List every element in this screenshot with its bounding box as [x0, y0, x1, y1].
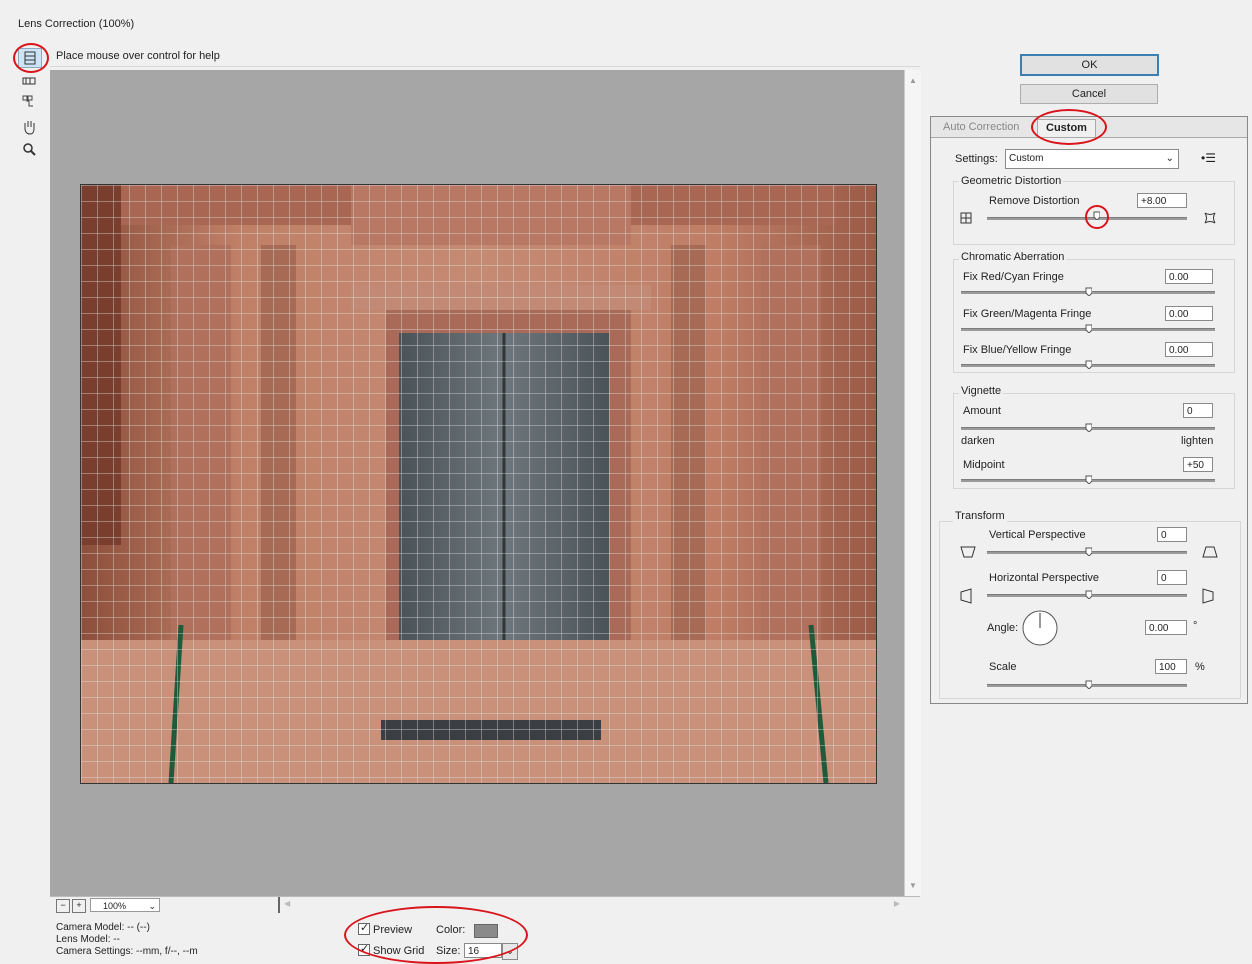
chevron-down-icon: ⌄: [148, 901, 156, 911]
angle-unit: °: [1193, 620, 1198, 632]
blue-yellow-thumb[interactable]: [1085, 360, 1092, 369]
straighten-tool[interactable]: [18, 72, 40, 90]
darken-label: darken: [961, 435, 995, 447]
red-cyan-input[interactable]: 0.00: [1165, 269, 1213, 284]
horizontal-scrollbar[interactable]: ◀ ▶: [282, 899, 902, 911]
window-title: Lens Correction (100%): [18, 18, 135, 30]
tab-bar: Auto Correction Custom: [931, 117, 1247, 138]
lens-model: Lens Model: --: [56, 934, 120, 945]
green-magenta-thumb[interactable]: [1085, 324, 1092, 333]
zoom-value: 100%: [103, 901, 127, 911]
move-grid-tool[interactable]: [18, 92, 40, 110]
tab-custom[interactable]: Custom: [1037, 119, 1096, 137]
grid-size-input[interactable]: 16: [464, 943, 502, 958]
scale-thumb[interactable]: [1085, 680, 1092, 689]
ok-button[interactable]: OK: [1020, 54, 1159, 76]
hand-icon: [24, 121, 35, 135]
barrel-icon: [1204, 212, 1216, 224]
grid-color-swatch[interactable]: [474, 924, 498, 938]
help-bar: Place mouse over control for help: [50, 46, 920, 67]
scroll-up-icon[interactable]: ▲: [909, 76, 917, 85]
angle-label: Angle:: [987, 622, 1019, 634]
settings-menu-icon[interactable]: •☰: [1201, 151, 1216, 165]
move-grid-icon: [22, 95, 33, 107]
cancel-button[interactable]: Cancel: [1020, 84, 1158, 104]
zoom-in-button[interactable]: +: [72, 899, 86, 913]
camera-info: Camera Model: -- (--) Lens Model: -- Cam…: [56, 922, 198, 958]
camera-settings: Camera Settings: --mm, f/--, --m: [56, 946, 198, 957]
straighten-icon: [22, 77, 36, 85]
scroll-down-icon[interactable]: ▼: [909, 881, 917, 890]
horizontal-perspective-left-icon: [960, 588, 972, 604]
horizontal-perspective-input[interactable]: 0: [1157, 570, 1187, 585]
chromatic-title: Chromatic Aberration: [959, 251, 1067, 263]
vignette-midpoint-label: Midpoint: [963, 459, 1005, 471]
horizontal-perspective-right-icon: [1202, 588, 1214, 604]
remove-distortion-icon: [24, 51, 36, 65]
vignette-amount-label: Amount: [963, 405, 1001, 417]
zoom-out-button[interactable]: −: [56, 899, 70, 913]
green-magenta-label: Fix Green/Magenta Fringe: [963, 308, 1092, 320]
vertical-perspective-right-icon: [1202, 546, 1218, 558]
camera-model: Camera Model: -- (--): [56, 922, 150, 933]
transform-title: Transform: [953, 510, 1007, 522]
blue-yellow-label: Fix Blue/Yellow Fringe: [963, 344, 1072, 356]
vignette-title: Vignette: [959, 385, 1004, 397]
remove-distortion-label: Remove Distortion: [989, 195, 1080, 207]
settings-label: Settings:: [955, 153, 998, 165]
zoom-select[interactable]: 100% ⌄: [90, 898, 160, 912]
vertical-perspective-label: Vertical Perspective: [989, 529, 1086, 541]
geometric-title: Geometric Distortion: [959, 175, 1064, 187]
angle-input[interactable]: 0.00: [1145, 620, 1187, 635]
settings-panel: Auto Correction Custom Settings: Custom …: [930, 109, 1248, 704]
settings-select[interactable]: Custom ⌄: [1005, 149, 1179, 169]
vignette-amount-input[interactable]: 0: [1183, 403, 1213, 418]
lighten-label: lighten: [1181, 435, 1214, 447]
grid-size-dropdown[interactable]: ⌄: [502, 943, 518, 960]
vignette-midpoint-input[interactable]: +50: [1183, 457, 1213, 472]
scale-input[interactable]: 100: [1155, 659, 1187, 674]
scroll-right-icon[interactable]: ▶: [894, 899, 900, 908]
zoom-bar: − + 100% ⌄ ◀ ▶: [50, 896, 920, 915]
horizontal-perspective-thumb[interactable]: [1085, 590, 1092, 599]
vertical-perspective-thumb[interactable]: [1085, 547, 1092, 556]
angle-dial[interactable]: [1021, 609, 1059, 647]
vignette-midpoint-thumb[interactable]: [1085, 475, 1092, 484]
scale-unit: %: [1195, 661, 1205, 673]
scroll-left-icon[interactable]: ◀: [284, 899, 290, 908]
zoom-icon: [23, 143, 36, 156]
settings-value: Custom: [1009, 153, 1044, 164]
show-grid-label: Show Grid: [373, 945, 425, 957]
checkmark-icon: ✓: [360, 922, 370, 934]
show-grid-checkbox[interactable]: ✓: [358, 943, 370, 956]
preview-image: [80, 184, 877, 784]
remove-distortion-thumb[interactable]: [1093, 211, 1100, 220]
green-magenta-input[interactable]: 0.00: [1165, 306, 1213, 321]
vertical-perspective-input[interactable]: 0: [1157, 527, 1187, 542]
pincushion-icon: [960, 212, 972, 224]
tab-auto-correction[interactable]: Auto Correction: [935, 119, 1027, 136]
red-cyan-label: Fix Red/Cyan Fringe: [963, 271, 1064, 283]
remove-distortion-slider[interactable]: [987, 217, 1187, 220]
preview-checkbox[interactable]: ✓: [358, 922, 370, 935]
help-text: Place mouse over control for help: [56, 50, 220, 62]
red-cyan-thumb[interactable]: [1085, 287, 1092, 296]
building-photo: [81, 185, 876, 783]
vertical-perspective-left-icon: [960, 546, 976, 558]
remove-distortion-tool[interactable]: [18, 48, 42, 68]
preview-label: Preview: [373, 924, 413, 936]
hand-tool[interactable]: [18, 118, 40, 136]
grid-color-label: Color:: [436, 924, 466, 936]
scale-label: Scale: [989, 661, 1017, 673]
horizontal-scrollbar-divider: [278, 897, 280, 913]
vertical-scrollbar[interactable]: ▲ ▼: [904, 70, 921, 896]
remove-distortion-input[interactable]: +8.00: [1137, 193, 1187, 208]
vignette-amount-thumb[interactable]: [1085, 423, 1092, 432]
zoom-tool[interactable]: [18, 140, 40, 158]
checkmark-icon: ✓: [360, 943, 370, 955]
blue-yellow-input[interactable]: 0.00: [1165, 342, 1213, 357]
horizontal-perspective-label: Horizontal Perspective: [989, 572, 1100, 584]
chevron-down-icon: ⌄: [1165, 153, 1174, 164]
grid-size-label: Size:: [436, 945, 461, 957]
